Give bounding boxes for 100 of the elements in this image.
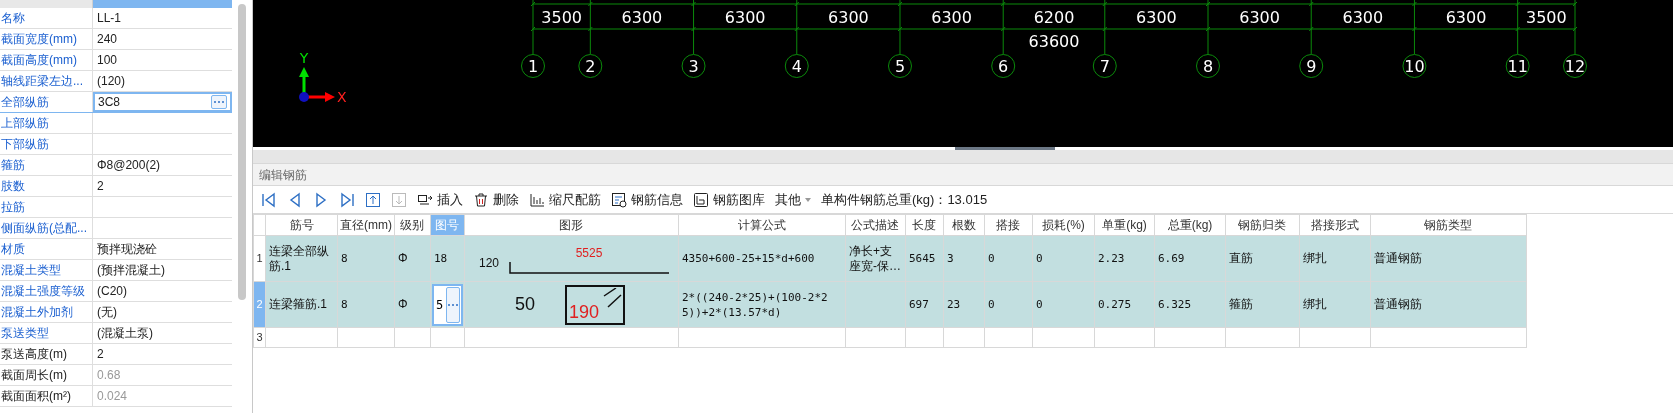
first-icon[interactable] [261,191,277,208]
column-header[interactable]: 公式描述 [845,214,906,236]
toolbar-button[interactable]: 删除 [473,189,519,210]
shape-dimension: 120 [479,254,499,272]
column-header[interactable]: 筋号 [265,214,338,236]
column-header[interactable]: 根数 [943,214,985,236]
property-row[interactable]: 材质 预拌现浇砼 [0,239,233,260]
property-value: (120) [97,73,125,90]
scrollbar-thumb[interactable] [955,147,1055,150]
dimension-text: 3500 [541,8,583,27]
property-label: 拉筋 [0,197,93,217]
axis-bubble[interactable]: 2 [578,54,603,78]
axis-bubble[interactable]: 1 [521,54,545,78]
previous-icon[interactable] [287,191,303,208]
property-row[interactable]: 上部纵筋 [0,113,233,134]
axis-bubble[interactable]: 10 [1402,54,1427,78]
bar-chart-icon [529,191,545,208]
table-cell-text: 8 [340,251,349,266]
toolbar-button[interactable]: 钢筋图库 [693,189,765,210]
property-row[interactable]: 全部纵筋 3C8 [0,92,233,113]
axis-line [1104,0,1106,55]
shape-dimension: 50 [515,293,535,316]
property-row[interactable]: 截面宽度(mm) 240 [0,29,233,50]
table-cell-text: 2*((240-2*25)+(100-2*25))+2*(13.57*d) [681,289,829,320]
shape-number-field[interactable]: 5 [432,283,463,326]
property-value: (预拌混凝土) [97,262,165,279]
last-icon[interactable] [339,191,355,208]
axis-line [1574,0,1576,55]
property-row[interactable]: 混凝土强度等级 (C20) [0,281,233,302]
move-up-icon[interactable] [365,191,381,208]
property-label: 截面面积(m²) [0,386,93,406]
row-number[interactable]: 1 [253,235,266,282]
property-row[interactable]: 截面高度(mm) 100 [0,50,233,71]
table-cell-text: 绑扎 [1302,251,1328,266]
table-cell-text: 4350+600-25+15*d+600 [681,251,816,266]
property-field[interactable]: 3C8 [93,92,233,112]
dimension-text: 6300 [1239,8,1280,27]
toolbar-button[interactable]: 缩尺配筋 [529,189,601,210]
column-header[interactable]: 钢筋归类 [1225,214,1300,236]
scrollbar-thumb[interactable] [238,4,247,300]
property-row[interactable]: 泵送类型 (混凝土泵) [0,323,233,344]
axis-bubble[interactable]: 12 [1563,54,1587,78]
column-header[interactable]: 搭接形式 [1299,214,1371,236]
more-icon [447,302,459,307]
caret-icon [805,197,811,202]
table-cell-text: 697 [908,297,930,312]
table-cell-text: 0 [1035,297,1044,312]
axis-bubble[interactable]: 5 [888,54,912,78]
property-row[interactable]: 肢数 2 [0,176,233,197]
dimension-text: 6300 [1445,8,1487,27]
property-label: 侧面纵筋(总配... [0,218,93,238]
property-row[interactable]: 侧面纵筋(总配... [0,218,233,239]
column-header[interactable]: 直径(mm) [337,214,395,236]
more-button[interactable] [446,286,460,323]
axis-bubble[interactable]: 8 [1196,54,1220,78]
axis-bubble[interactable]: 6 [991,54,1016,78]
column-header[interactable]: 损耗(%) [1032,214,1095,236]
row-number[interactable]: 3 [253,327,266,348]
dimension-text: 6300 [1136,8,1177,27]
table-cell-text: 连梁箍筋.1 [268,297,328,312]
image-library-icon [693,191,709,208]
dimension-text: 6300 [621,8,663,27]
property-row[interactable]: 混凝土类型 (预拌混凝土) [0,260,233,281]
shape-length: 190 [569,300,600,323]
property-row[interactable]: 泵送高度(m) 2 [0,344,233,365]
property-row[interactable]: 下部纵筋 [0,134,233,155]
axis-bubble[interactable]: 11 [1505,54,1530,78]
property-row[interactable]: 拉筋 [0,197,233,218]
x-axis-label: X [337,89,347,105]
toolbar-button[interactable]: 钢筋信息 [611,189,683,210]
column-header[interactable]: 级别 [394,214,431,236]
document-list-icon [611,191,627,208]
property-value: 100 [97,52,118,69]
axis-bubble[interactable]: 9 [1299,54,1324,78]
property-row[interactable]: 混凝土外加剂 (无) [0,302,233,323]
table-cell-text: 普通钢筋 [1373,251,1423,266]
table-cell-text: 箍筋 [1228,297,1254,312]
axis-bubble[interactable]: 3 [681,54,706,78]
toolbar-button[interactable]: 插入 [417,189,463,210]
more-button[interactable] [211,95,228,109]
property-value: 240 [97,31,118,48]
property-row[interactable]: 名称 LL-1 [0,8,233,29]
toolbar-button[interactable]: 其他 [775,189,811,210]
column-header[interactable]: 长度 [905,214,944,236]
axis-line [1310,0,1312,55]
column-header[interactable]: 图形 [464,214,679,236]
property-label: 混凝土类型 [0,260,93,280]
column-header[interactable]: 搭接 [984,214,1033,236]
dimension-text: 6300 [1342,8,1384,27]
table-cell-text: 0 [987,251,996,266]
column-header[interactable]: 单重(kg) [1094,214,1155,236]
property-label: 泵送高度(m) [0,344,93,364]
column-header[interactable]: 钢筋类型 [1370,214,1527,236]
property-label: 截面宽度(mm) [0,29,93,49]
column-header[interactable]: 计算公式 [678,214,846,236]
column-header[interactable]: 总重(kg) [1154,214,1226,236]
cad-canvas[interactable]: 3500 6300 6300 6300 6300 6200 6300 6300 6300 6300 3500 63600 Y 1 2 3 4 5 6 7 8 9 10 11 12 X [253,0,1673,147]
axis-bubble[interactable]: 7 [1092,54,1117,78]
property-row[interactable]: 箍筋 Φ8@200(2) [0,155,233,176]
axis-bubble[interactable]: 4 [784,54,809,78]
